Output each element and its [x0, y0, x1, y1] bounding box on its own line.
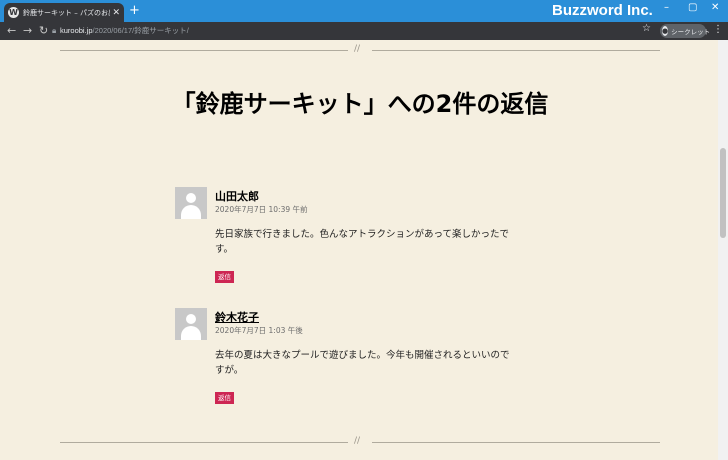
reload-icon[interactable]: ↻	[39, 24, 48, 37]
tab-title: 鈴鹿サーキット – パズのお出かけブログ	[23, 8, 110, 17]
bookmark-star-icon[interactable]: ☆	[642, 23, 651, 34]
address-bar[interactable]: kuroobi.jp/2020/06/17/鈴鹿サーキット/	[60, 24, 189, 37]
window-close-button[interactable]: ✕	[711, 2, 719, 13]
lock-icon: 🔒︎	[52, 26, 57, 35]
comment-item: 山田太郎 2020年7月7日 10:39 午前 先日家族で行きました。色んなアト…	[175, 187, 515, 287]
comments-heading: 「鈴鹿サーキット」への2件の返信	[171, 90, 549, 118]
avatar	[175, 187, 207, 219]
new-tab-button[interactable]: +	[129, 4, 140, 18]
url-host: kuroobi.jp	[60, 26, 93, 35]
scrollbar-thumb[interactable]	[720, 148, 726, 238]
browser-tab[interactable]: W 鈴鹿サーキット – パズのお出かけブログ ✕	[4, 3, 124, 22]
maximize-button[interactable]: ▢	[688, 2, 697, 13]
back-arrow-icon[interactable]: ←	[7, 24, 16, 37]
reply-button[interactable]: 返信	[215, 392, 234, 404]
comment-text: 去年の夏は大きなプールで遊びました。今年も開催されるといいのですが。	[215, 350, 510, 376]
avatar	[175, 308, 207, 340]
forward-arrow-icon[interactable]: →	[23, 24, 32, 37]
page-scrollbar[interactable]	[718, 40, 728, 460]
reply-button[interactable]: 返信	[215, 271, 234, 283]
comment-item: 鈴木花子 2020年7月7日 1:03 午後 去年の夏は大きなプールで遊びました…	[175, 308, 515, 408]
comment-author-link[interactable]: 鈴木花子	[215, 309, 259, 325]
section-separator-bottom: //	[60, 436, 660, 447]
minimize-button[interactable]: –	[664, 2, 669, 13]
browser-toolbar: ← → ↻ 🔒︎ kuroobi.jp/2020/06/17/鈴鹿サーキット/ …	[0, 22, 728, 40]
incognito-label: シークレット	[671, 28, 711, 36]
window-titlebar: W 鈴鹿サーキット – パズのお出かけブログ ✕ + Buzzword Inc.…	[0, 0, 728, 22]
comment-date[interactable]: 2020年7月7日 10:39 午前	[215, 204, 308, 215]
section-separator-top: //	[60, 44, 660, 55]
comment-author: 山田太郎	[215, 190, 259, 203]
comment-text: 先日家族で行きました。色んなアトラクションがあって楽しかったです。	[215, 229, 510, 255]
browser-menu-icon[interactable]: ⋮	[713, 24, 723, 35]
brand-watermark: Buzzword Inc.	[552, 2, 653, 19]
url-path: /2020/06/17/鈴鹿サーキット/	[92, 26, 189, 35]
tab-close-icon[interactable]: ✕	[112, 8, 120, 18]
comment-date[interactable]: 2020年7月7日 1:03 午後	[215, 325, 303, 336]
incognito-icon: ●	[662, 26, 669, 36]
wordpress-favicon-icon: W	[8, 7, 19, 18]
separator-mark: //	[354, 436, 361, 446]
separator-mark: //	[354, 44, 361, 54]
incognito-badge[interactable]: ● シークレット	[660, 24, 710, 38]
